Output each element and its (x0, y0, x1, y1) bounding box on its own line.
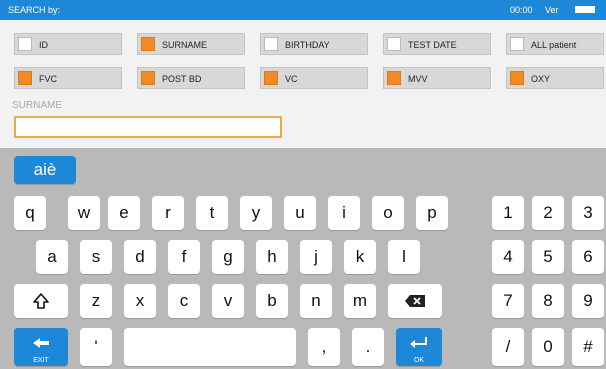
key-v[interactable]: v (212, 284, 244, 318)
checkbox[interactable] (141, 37, 155, 51)
key-r[interactable]: r (152, 196, 184, 230)
key-i[interactable]: i (328, 196, 360, 230)
checkbox[interactable] (387, 37, 401, 51)
checkbox[interactable] (510, 71, 524, 85)
criterion-label: TEST DATE (408, 40, 457, 50)
criterion-test-date[interactable]: TEST DATE (383, 33, 491, 55)
key-d[interactable]: d (124, 240, 156, 274)
criterion-mvv[interactable]: MVV (383, 67, 491, 89)
onscreen-keyboard: aiè q w e r t y u i o p a s d f g h j k … (0, 148, 606, 369)
key-hash[interactable]: # (572, 328, 604, 366)
clock: 00:00 (510, 5, 533, 15)
enter-icon (410, 337, 427, 348)
shift-icon (33, 293, 49, 309)
criterion-label: MVV (408, 74, 428, 84)
key-j[interactable]: j (300, 240, 332, 274)
key-y[interactable]: y (240, 196, 272, 230)
key-p[interactable]: p (416, 196, 448, 230)
key-2[interactable]: 2 (532, 196, 564, 230)
key-a[interactable]: a (36, 240, 68, 274)
ok-label: OK (413, 357, 425, 364)
surname-input[interactable] (14, 116, 282, 138)
key-z[interactable]: z (80, 284, 112, 318)
key-3[interactable]: 3 (572, 196, 604, 230)
checkbox[interactable] (387, 71, 401, 85)
key-1[interactable]: 1 (492, 196, 524, 230)
key-0[interactable]: 0 (532, 328, 564, 366)
key-b[interactable]: b (256, 284, 288, 318)
search-title: SEARCH by: (8, 5, 61, 15)
checkbox[interactable] (264, 71, 278, 85)
key-6[interactable]: 6 (572, 240, 604, 274)
key-x[interactable]: x (124, 284, 156, 318)
battery-icon (575, 6, 595, 13)
checkbox[interactable] (18, 71, 32, 85)
header-bar: SEARCH by: 00:00 Ver (0, 0, 606, 20)
criterion-surname[interactable]: SURNAME (137, 33, 245, 55)
criterion-all-patient[interactable]: ALL patient (506, 33, 604, 55)
criterion-id[interactable]: ID (14, 33, 122, 55)
checkbox[interactable] (510, 37, 524, 51)
version-label: Ver (545, 5, 559, 15)
checkbox[interactable] (18, 37, 32, 51)
key-u[interactable]: u (284, 196, 316, 230)
exit-label: EXIT (33, 357, 49, 364)
shift-key[interactable] (14, 284, 68, 318)
criterion-oxy[interactable]: OXY (506, 67, 604, 89)
criterion-fvc[interactable]: FVC (14, 67, 122, 89)
criterion-vc[interactable]: VC (260, 67, 368, 89)
search-field-label: SURNAME (12, 100, 63, 111)
criterion-label: SURNAME (162, 40, 208, 50)
arrow-left-icon (33, 338, 49, 348)
criterion-label: FVC (39, 74, 57, 84)
criterion-label: VC (285, 74, 298, 84)
criterion-birthday[interactable]: BIRTHDAY (260, 33, 368, 55)
key-g[interactable]: g (212, 240, 244, 274)
key-9[interactable]: 9 (572, 284, 604, 318)
criterion-label: ID (39, 40, 48, 50)
space-key[interactable] (124, 328, 296, 366)
key-slash[interactable]: / (492, 328, 524, 366)
key-w[interactable]: w (68, 196, 100, 230)
key-c[interactable]: c (168, 284, 200, 318)
key-k[interactable]: k (344, 240, 376, 274)
key-n[interactable]: n (300, 284, 332, 318)
key-comma[interactable]: , (308, 328, 340, 366)
criterion-post-bd[interactable]: POST BD (137, 67, 245, 89)
backspace-icon (405, 295, 425, 307)
key-8[interactable]: 8 (532, 284, 564, 318)
key-apostrophe[interactable]: ' (80, 328, 112, 366)
key-l[interactable]: l (388, 240, 420, 274)
key-7[interactable]: 7 (492, 284, 524, 318)
criterion-label: POST BD (162, 74, 202, 84)
language-key[interactable]: aiè (14, 156, 76, 184)
criterion-label: OXY (531, 74, 551, 84)
checkbox[interactable] (264, 37, 278, 51)
key-f[interactable]: f (168, 240, 200, 274)
key-s[interactable]: s (80, 240, 112, 274)
key-t[interactable]: t (196, 196, 228, 230)
key-4[interactable]: 4 (492, 240, 524, 274)
key-5[interactable]: 5 (532, 240, 564, 274)
key-e[interactable]: e (108, 196, 140, 230)
criterion-label: ALL patient (531, 40, 577, 50)
ok-key[interactable]: OK (396, 328, 442, 366)
key-m[interactable]: m (344, 284, 376, 318)
key-o[interactable]: o (372, 196, 404, 230)
key-q[interactable]: q (14, 196, 46, 230)
exit-key[interactable]: EXIT (14, 328, 68, 366)
checkbox[interactable] (141, 71, 155, 85)
key-period[interactable]: . (352, 328, 384, 366)
criterion-label: BIRTHDAY (285, 40, 330, 50)
backspace-key[interactable] (388, 284, 442, 318)
key-h[interactable]: h (256, 240, 288, 274)
